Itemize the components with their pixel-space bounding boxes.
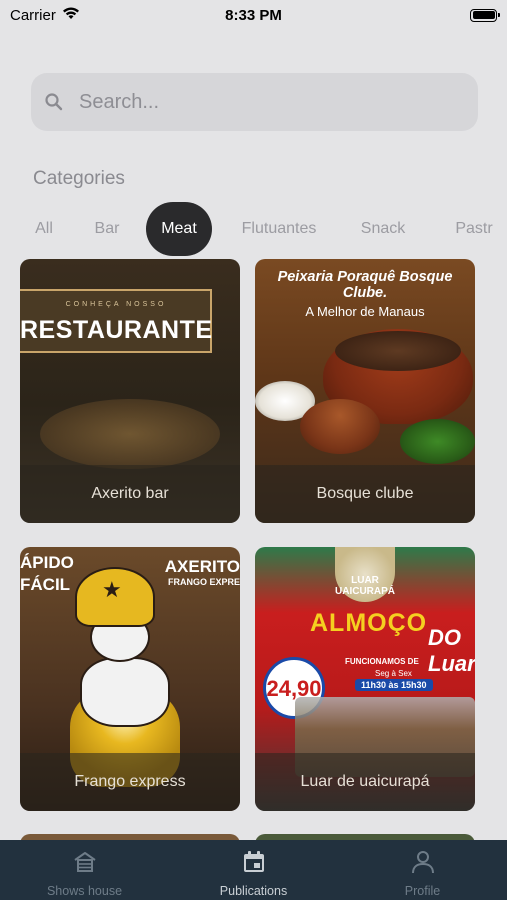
card-art-right-text: AXERITO [164,557,240,576]
card-luar-de-uaicurapa[interactable]: LUAR UAICURAPÁ ALMOÇO DO Luar! FUNCIONAM… [255,547,475,811]
card-art-subtitle: A Melhor de Manaus [305,304,425,319]
card-art-title: ALMOÇO [310,609,428,637]
tab-label: Publications [219,884,288,898]
banner-subtitle: CONHEÇA NOSSO [65,301,167,308]
star-icon: ★ [102,577,122,602]
card-banner: CONHEÇA NOSSO RESTAURANTE [20,289,212,353]
card-title: Luar de uaicurapá [300,773,430,790]
tab-label: Shows house [46,884,123,898]
card-image-chicken-body [80,657,170,727]
card-bosque-clube[interactable]: Peixaria Poraquê Bosque Clube. A Melhor … [255,259,475,523]
card-title: Frango express [74,773,186,790]
card-title: Axerito bar [91,485,169,502]
carrier-label: Carrier [10,6,56,24]
category-chip-flutuantes[interactable]: Flutuantes [232,202,326,256]
category-chip-all[interactable]: All [20,202,68,256]
category-chips: All Bar Meat Flutuantes Snack Pastr [20,202,507,256]
card-art-title: Peixaria Poraquê Bosque Clube. [277,269,453,301]
tab-label: Profile [404,884,441,898]
card-art-hours: 11h30 às 15h30 [355,679,433,691]
card-title: Bosque clube [316,485,414,502]
card-art-title-script: DO Luar! [428,625,475,676]
card-image-bowl [300,399,380,454]
category-chip-snack[interactable]: Snack [354,202,412,256]
card-axerito-bar[interactable]: CONHEÇA NOSSO RESTAURANTE Axerito bar [20,259,240,523]
house-icon [71,848,99,876]
battery-fill [472,11,495,19]
calendar-icon [240,848,268,876]
battery-icon [470,8,500,22]
tab-profile[interactable]: Profile [338,840,507,900]
category-chip-bar[interactable]: Bar [82,202,132,256]
wifi-icon [62,6,80,24]
banner-title: RESTAURANTE [20,316,213,344]
card-art-logo-text: LUAR UAICURAPÁ [335,575,395,597]
categories-title: Categories [33,168,125,189]
search-icon [43,91,65,113]
tab-bar: Shows house Publications Profile [0,840,507,900]
card-art-days: Seg à Sex [375,669,412,678]
card-image-food [40,399,220,469]
status-bar: Carrier 8:33 PM [0,0,507,30]
card-art-right-subtext: FRANGO EXPRE [167,577,240,587]
tab-publications[interactable]: Publications [169,840,338,900]
card-image-pot-top [335,331,461,371]
category-chip-pastr[interactable]: Pastr [444,202,504,256]
card-art-left-text: ÁPIDO FÁCIL [20,553,74,594]
card-frango-express[interactable]: ÁPIDO FÁCIL AXERITO FRANGO EXPRE ★ Frang… [20,547,240,811]
search-bar[interactable] [31,73,478,131]
tab-shows-house[interactable]: Shows house [0,840,169,900]
person-icon [409,848,437,876]
card-image-greens [400,419,475,464]
card-art-hours-label: FUNCIONAMOS DE [345,657,419,666]
status-left: Carrier [10,6,80,24]
search-input[interactable] [79,90,419,114]
category-chip-meat[interactable]: Meat [146,202,212,256]
